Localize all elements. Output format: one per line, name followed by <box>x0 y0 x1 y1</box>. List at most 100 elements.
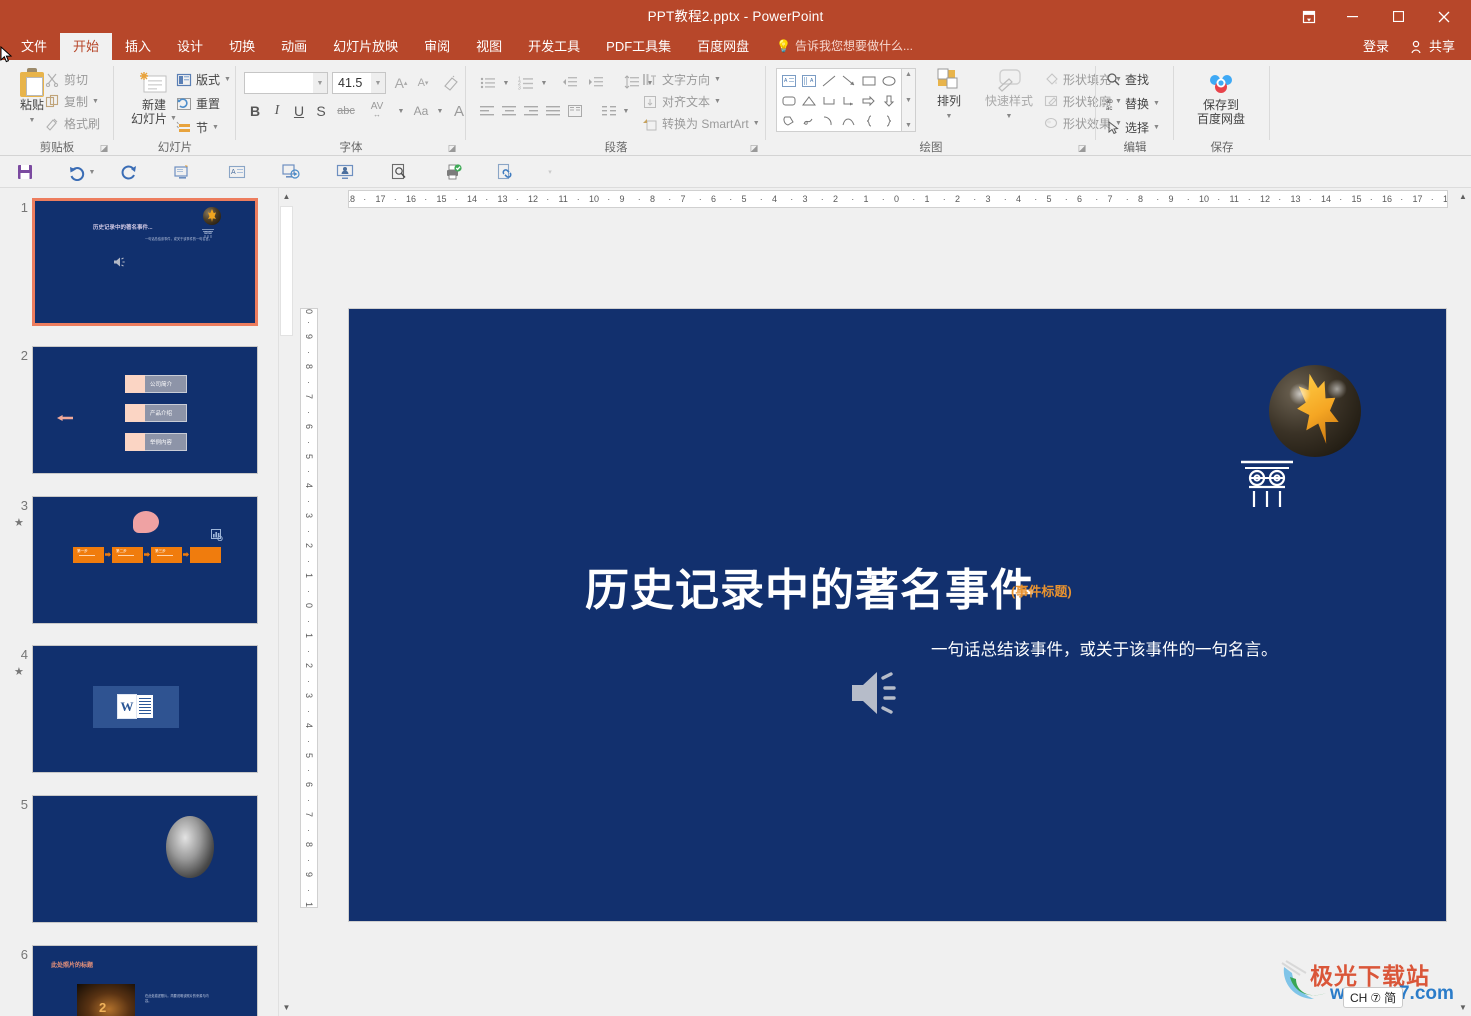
shape-line-icon[interactable] <box>819 71 839 91</box>
tab-insert[interactable]: 插入 <box>112 33 164 60</box>
tab-slideshow[interactable]: 幻灯片放映 <box>320 33 411 60</box>
shape-elbow-arrow-icon[interactable] <box>839 91 859 111</box>
cut-button[interactable]: 剪切 <box>45 69 88 90</box>
hyperlink-icon[interactable] <box>492 160 518 184</box>
bold-button[interactable]: B <box>244 100 266 122</box>
shapes-gallery-scrollbar[interactable]: ▲ ▼ ▼ <box>902 68 916 132</box>
list-item[interactable]: 1 历史记录中的著名事件... 一句话总结该事件，或关于该事件的一句名言。 <box>10 198 280 330</box>
thumbnail-slide-1[interactable]: 历史记录中的著名事件... 一句话总结该事件，或关于该事件的一句名言。 <box>32 198 258 326</box>
shapes-gallery[interactable]: A A <box>776 68 902 132</box>
section-button[interactable]: 节 ▼ <box>176 117 219 138</box>
thumbnail-slide-3[interactable]: 第一步 第二步 第三步 <box>32 496 258 624</box>
redo-icon[interactable] <box>116 160 142 184</box>
list-item[interactable]: 6 此处照片的标题 2 在此处描述照片。简要说明该照片的来源与内容。 <box>10 945 280 1016</box>
audio-speaker-icon[interactable] <box>849 667 911 719</box>
decrease-font-size-button[interactable]: A ▾ <box>412 72 434 94</box>
drawing-dialog-launcher[interactable]: ◪ <box>1076 142 1088 154</box>
bullets-button[interactable] <box>476 72 500 94</box>
close-button[interactable] <box>1421 0 1467 33</box>
font-dialog-launcher[interactable]: ◪ <box>446 142 458 154</box>
start-slideshow-icon[interactable] <box>278 160 304 184</box>
canvas-vertical-scrollbar[interactable]: ▲ ▼ <box>1455 188 1471 1016</box>
paragraph-dialog-launcher[interactable]: ◪ <box>748 142 760 154</box>
select-button[interactable]: 选择 ▼ <box>1106 117 1160 138</box>
leaf-photo[interactable] <box>1269 365 1361 457</box>
copy-button[interactable]: 复制 ▼ <box>45 91 99 112</box>
start-from-current-slide-icon[interactable] <box>170 160 196 184</box>
shape-arc-icon[interactable] <box>819 111 839 131</box>
italic-button[interactable]: I <box>266 100 288 122</box>
shape-rounded-rect-icon[interactable] <box>779 91 799 111</box>
horizontal-ruler[interactable]: 18·17·16·15·14·13·12·11·10·9·8·7·6·5·4·3… <box>348 190 1448 208</box>
tab-review[interactable]: 审阅 <box>411 33 463 60</box>
change-case-button[interactable]: Aa <box>408 100 434 122</box>
character-spacing-button[interactable]: AV ↔ <box>360 100 394 122</box>
line-spacing-button[interactable] <box>620 72 644 94</box>
shape-left-brace-icon[interactable] <box>859 111 879 131</box>
thumbnail-pane-scrollbar[interactable]: ▲ ▼ <box>278 188 294 1016</box>
scroll-up-icon[interactable]: ▲ <box>905 71 912 78</box>
chevron-down-icon[interactable]: ▼ <box>620 100 632 122</box>
slide-title[interactable]: 历史记录中的著名事件 <box>585 554 1035 618</box>
decrease-indent-button[interactable] <box>558 72 582 94</box>
shape-down-arrow-icon[interactable] <box>879 91 899 111</box>
save-icon[interactable] <box>12 160 38 184</box>
sign-in-button[interactable]: 登录 <box>1353 33 1399 60</box>
chevron-down-icon[interactable]: ▼ <box>538 72 550 94</box>
shape-right-arrow-icon[interactable] <box>859 91 879 111</box>
strikethrough-button[interactable]: abc <box>332 100 360 122</box>
tell-me-search[interactable]: 💡 告诉我您想要做什么... <box>776 33 913 60</box>
thumbnail-slide-2[interactable]: 公司简介 产品介绍 举例内容 <box>32 346 258 474</box>
shape-right-brace-icon[interactable] <box>879 111 899 131</box>
underline-button[interactable]: U <box>288 100 310 122</box>
scrollbar-thumb[interactable] <box>280 206 293 336</box>
save-to-baidu-netdisk-button[interactable]: 保存到 百度网盘 <box>1188 70 1254 126</box>
align-right-button[interactable] <box>520 100 542 122</box>
tab-baidu-netdisk[interactable]: 百度网盘 <box>684 33 762 60</box>
shape-textbox-icon[interactable]: A <box>779 71 799 91</box>
columns-button[interactable] <box>564 100 586 122</box>
slide-subtitle[interactable]: 一句话总结该事件，或关于该事件的一句名言。 <box>931 636 1278 660</box>
tab-pdf-tools[interactable]: PDF工具集 <box>593 33 684 60</box>
chevron-down-icon[interactable]: ▼ <box>313 73 327 93</box>
scroll-down-icon[interactable]: ▼ <box>1455 999 1471 1016</box>
justify-button[interactable] <box>542 100 564 122</box>
convert-to-smartart-button[interactable]: 转换为 SmartArt ▼ <box>642 113 760 134</box>
chevron-down-icon[interactable]: ▼ <box>905 97 912 104</box>
tab-design[interactable]: 设计 <box>164 33 216 60</box>
maximize-restore-button[interactable] <box>1375 0 1421 33</box>
slide-thumbnail-pane[interactable]: 1 历史记录中的著名事件... 一句话总结该事件，或关于该事件的一句名言。 2 <box>0 188 293 1016</box>
print-preview-icon[interactable] <box>386 160 412 184</box>
align-text-button[interactable]: 对齐文本 ▼ <box>642 91 721 112</box>
tab-transitions[interactable]: 切换 <box>216 33 268 60</box>
tab-file[interactable]: 文件 <box>8 33 60 60</box>
shape-ellipse-icon[interactable] <box>879 71 899 91</box>
increase-indent-button[interactable] <box>584 72 608 94</box>
list-item[interactable]: 3 ★ 第一步 第二步 第三步 <box>10 496 280 628</box>
tab-animations[interactable]: 动画 <box>268 33 320 60</box>
shape-freeform-icon[interactable] <box>779 111 799 131</box>
shape-scribble-icon[interactable] <box>799 111 819 131</box>
numbering-button[interactable]: 123 <box>514 72 538 94</box>
thumbnail-slide-5[interactable] <box>32 795 258 923</box>
undo-dropdown-icon[interactable]: ▼ <box>86 160 98 184</box>
clear-formatting-button[interactable] <box>440 72 462 94</box>
shape-elbow-connector-icon[interactable] <box>819 91 839 111</box>
clipboard-dialog-launcher[interactable]: ◪ <box>98 142 110 154</box>
new-slide-button[interactable]: 新建 幻灯片 ▼ <box>126 72 182 126</box>
qat-customize-icon[interactable]: ▾ <box>544 160 556 184</box>
scroll-up-icon[interactable]: ▲ <box>1455 188 1471 205</box>
tab-developer[interactable]: 开发工具 <box>515 33 593 60</box>
chevron-down-icon[interactable]: ▼ <box>500 72 512 94</box>
share-button[interactable]: 共享 <box>1401 33 1465 60</box>
vertical-ruler[interactable]: 10 · 9 · 8 · 7 · 6 · 5 · 4 · 3 · 2 · 1 · 0 · 1 · 2 · 3 · 4 · 5 · 6 · 7 · 8 · 9… <box>300 308 318 908</box>
text-shadow-button[interactable]: S <box>310 100 332 122</box>
thumbnail-slide-4[interactable]: W <box>32 645 258 773</box>
increase-font-size-button[interactable]: A ▴ <box>390 72 412 94</box>
find-button[interactable]: 查找 <box>1106 69 1149 90</box>
layout-button[interactable]: 版式 ▼ <box>176 69 231 90</box>
list-item[interactable]: 5 <box>10 795 280 927</box>
format-painter-button[interactable]: 格式刷 <box>45 113 100 134</box>
scroll-up-icon[interactable]: ▲ <box>279 188 294 205</box>
quick-styles-button[interactable]: 快速样式 ▼ <box>978 68 1040 124</box>
